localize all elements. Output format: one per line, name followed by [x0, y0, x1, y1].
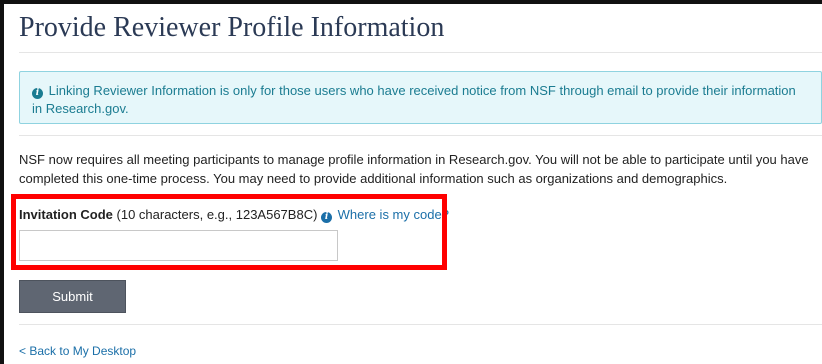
- intro-text: NSF now requires all meeting participant…: [19, 152, 809, 186]
- page-title: Provide Reviewer Profile Information: [19, 12, 445, 43]
- alert-divider: [19, 135, 822, 136]
- title-divider: [19, 52, 822, 53]
- red-highlight-box: [11, 194, 447, 270]
- window-frame-left: [0, 0, 4, 364]
- footer-divider: [19, 324, 822, 325]
- window-frame-top: [0, 0, 822, 4]
- alert-text: Linking Reviewer Information is only for…: [32, 83, 796, 116]
- back-to-desktop-link[interactable]: < Back to My Desktop: [19, 344, 136, 358]
- info-circle-icon: i: [32, 88, 43, 99]
- info-alert: i Linking Reviewer Information is only f…: [19, 71, 822, 124]
- submit-button[interactable]: Submit: [19, 280, 126, 313]
